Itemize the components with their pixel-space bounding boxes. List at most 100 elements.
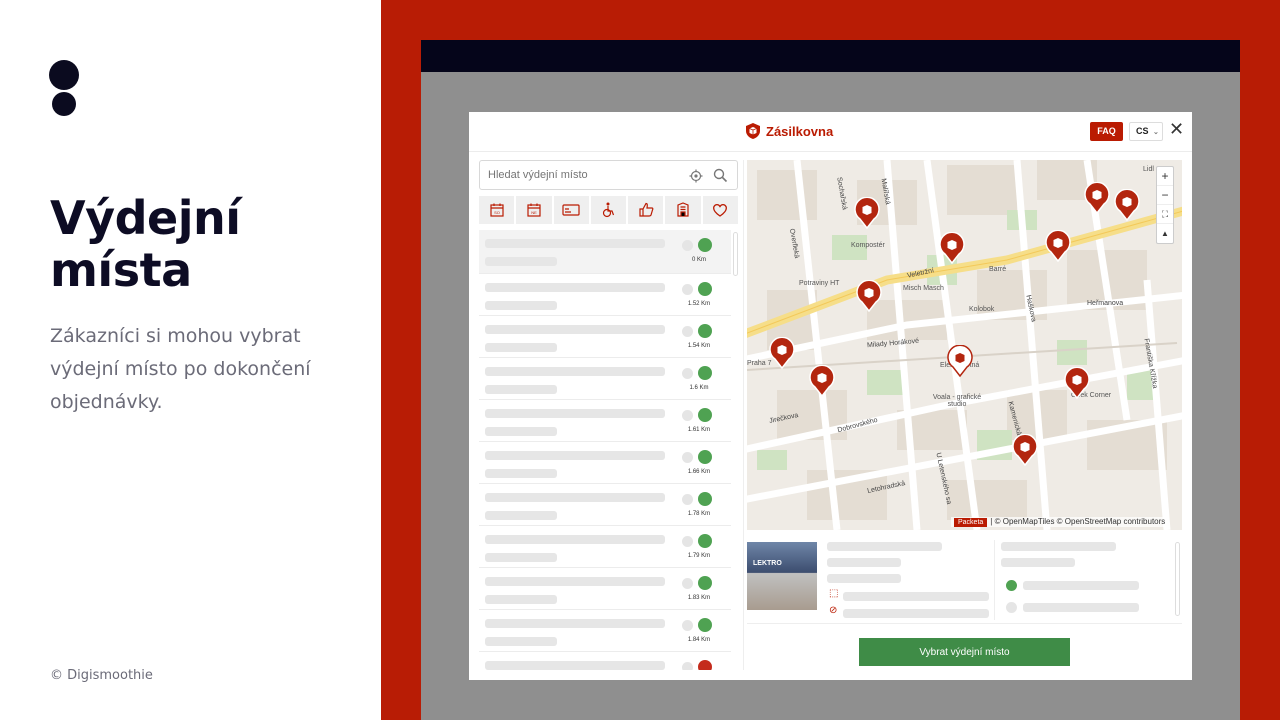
pickup-point-list: 0 Km 1.52 Km 1.54 Km 1.6 Km 1.61 Km 1.66 Km 1.… [479,230,731,670]
pickup-point-detail: LEKTRO ⬚ ⊘ [747,540,1182,624]
detail-placeholder [843,609,989,618]
map-pin-icon[interactable] [854,196,880,230]
status-grey-icon [682,284,693,295]
list-scrollbar[interactable] [733,230,738,670]
list-item[interactable]: 1.66 Km [479,442,731,484]
list-item[interactable]: 1.61 Km [479,400,731,442]
address-placeholder [485,301,557,310]
panel-divider [743,160,744,670]
faq-button[interactable]: FAQ [1090,122,1123,141]
status-grey-icon [682,620,693,631]
pickup-point-widget: Zásilkovna FAQ CS ⌄ ✕ SO NE [469,112,1192,680]
map-pin-icon[interactable] [1084,181,1110,215]
status-grey-icon [682,240,693,251]
address-placeholder [485,637,557,646]
filter-building[interactable] [665,196,701,224]
list-item[interactable]: 1.78 Km [479,484,731,526]
detail-placeholder [827,542,942,551]
distance-label: 1.54 Km [687,343,711,349]
name-placeholder [485,239,665,248]
filter-sunday[interactable]: NE [516,196,552,224]
map-pin-icon[interactable] [947,344,973,378]
filter-card-payment[interactable] [553,196,589,224]
poi-label: Kolobok [969,306,995,313]
language-select[interactable]: CS ⌄ [1129,122,1163,141]
zoom-in-button[interactable]: + [1157,167,1173,186]
list-item[interactable]: 1.83 Km [479,568,731,610]
scrollbar-thumb[interactable] [733,232,738,276]
compass-icon[interactable]: ▲ [1157,224,1173,243]
heart-icon [713,203,728,217]
brand-name: Zásilkovna [766,123,834,139]
map-pin-icon[interactable] [1114,188,1140,222]
map-zoom-controls: + − ⛶ ▲ [1156,166,1174,244]
map[interactable]: Sochařská Malířská Veletržní Milady Horá… [747,160,1182,530]
status-grey-icon [682,578,693,589]
filter-recommended[interactable] [628,196,664,224]
svg-text:NE: NE [531,210,537,215]
map-pin-icon[interactable] [856,279,882,313]
brand-logo: Zásilkovna [744,122,833,140]
list-item[interactable]: 1.6 Km [479,358,731,400]
status-open-icon [698,534,712,548]
status-open-icon [698,450,712,464]
name-placeholder [485,409,665,418]
filter-wheelchair[interactable] [590,196,627,224]
attribution-text[interactable]: | © OpenMapTiles © OpenStreetMap contrib… [990,517,1165,526]
widget-header: Zásilkovna FAQ CS ⌄ ✕ [469,112,1192,152]
map-pin-icon[interactable] [1012,433,1038,467]
card-icon [562,204,580,216]
list-item[interactable]: 1.54 Km [479,316,731,358]
filter-favorites[interactable] [702,196,738,224]
thumbs-up-icon [639,202,654,217]
slide-title: Výdejní místa [50,191,241,297]
map-pin-icon[interactable] [769,336,795,370]
search-input[interactable] [488,167,678,183]
wheelchair-icon [603,202,615,218]
poi-label: Voala - grafické studio [932,394,982,408]
address-placeholder [485,427,557,436]
street-label: Heřmanova [1087,300,1124,307]
map-pin-icon[interactable] [1045,229,1071,263]
close-icon[interactable]: ✕ [1169,119,1184,140]
distance-label: 0 Km [691,257,706,263]
distance-label: 1.61 Km [687,427,711,433]
digismoothie-logo [49,60,79,116]
zoom-out-button[interactable]: − [1157,186,1173,205]
fullscreen-icon[interactable]: ⛶ [1157,205,1173,224]
map-attribution: Packeta | © OpenMapTiles © OpenStreetMap … [951,517,1169,527]
search-box[interactable] [479,160,738,190]
poi-label: Barré [989,266,1007,273]
pickup-point-photo: LEKTRO [747,542,817,610]
list-item[interactable]: 0 Km [479,230,731,274]
filter-bar: SO NE [479,196,738,224]
status-open-icon [698,282,712,296]
list-item[interactable]: 1.79 Km [479,526,731,568]
chevron-down-icon: ⌄ [1153,129,1159,136]
status-grey-icon [682,536,693,547]
filter-saturday[interactable]: SO [479,196,515,224]
name-placeholder [485,283,665,292]
select-pickup-point-button[interactable]: Vybrat výdejní místo [859,638,1070,666]
distance-label: 1.84 Km [687,637,711,643]
map-pin-icon[interactable] [939,231,965,265]
detail-scrollbar[interactable] [1175,542,1180,616]
detail-placeholder [1001,542,1116,551]
status-open-icon [698,408,712,422]
distance-label: 1.83 Km [687,595,711,601]
map-pin-icon[interactable] [809,364,835,398]
status-open-icon [698,660,712,670]
list-item[interactable]: 1.52 Km [479,274,731,316]
map-pin-icon[interactable] [1064,366,1090,400]
distance-label: 1.52 Km [687,301,711,307]
locate-me-icon[interactable] [689,169,703,183]
calendar-icon: SO [490,203,504,217]
name-placeholder [485,661,665,670]
search-icon[interactable] [713,168,728,183]
status-open-icon [698,238,712,252]
list-item[interactable]: 1.84 Km [479,610,731,652]
status-open-icon [698,492,712,506]
distance-label: 1.78 Km [687,511,711,517]
list-item[interactable] [479,652,731,670]
poi-label: Lidl [1143,166,1154,173]
